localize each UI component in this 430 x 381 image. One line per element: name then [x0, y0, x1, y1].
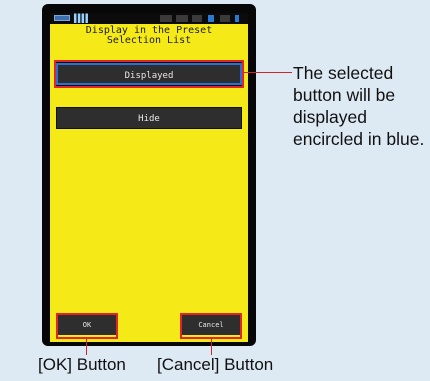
- bluetooth-icon: [235, 15, 239, 22]
- status-bar: ▌▌▌▌: [50, 13, 248, 24]
- ok-button-highlight: [56, 313, 118, 339]
- callout-line-ok: [86, 339, 87, 355]
- selected-button-highlight: [54, 60, 244, 88]
- status-icon: [160, 15, 172, 22]
- status-icon: [176, 15, 188, 22]
- status-icon: [192, 15, 202, 22]
- cancel-button-caption: [Cancel] Button: [157, 355, 274, 374]
- cancel-button-highlight: [180, 313, 242, 339]
- signal-indicator: ▌▌▌▌: [74, 14, 90, 23]
- selected-button-note: The selected button will be displayed en…: [293, 63, 425, 149]
- title-line-2: Selection List: [106, 35, 192, 46]
- hide-button[interactable]: Hide: [56, 107, 242, 129]
- wireless-icon: [208, 15, 214, 22]
- ok-button-caption: [OK] Button: [38, 355, 126, 374]
- status-icon: [220, 15, 230, 22]
- callout-line-selected: [244, 72, 292, 73]
- page-title: Display in the Preset Selection List: [50, 26, 248, 46]
- callout-line-cancel: [211, 339, 212, 355]
- battery-icon: [54, 15, 70, 21]
